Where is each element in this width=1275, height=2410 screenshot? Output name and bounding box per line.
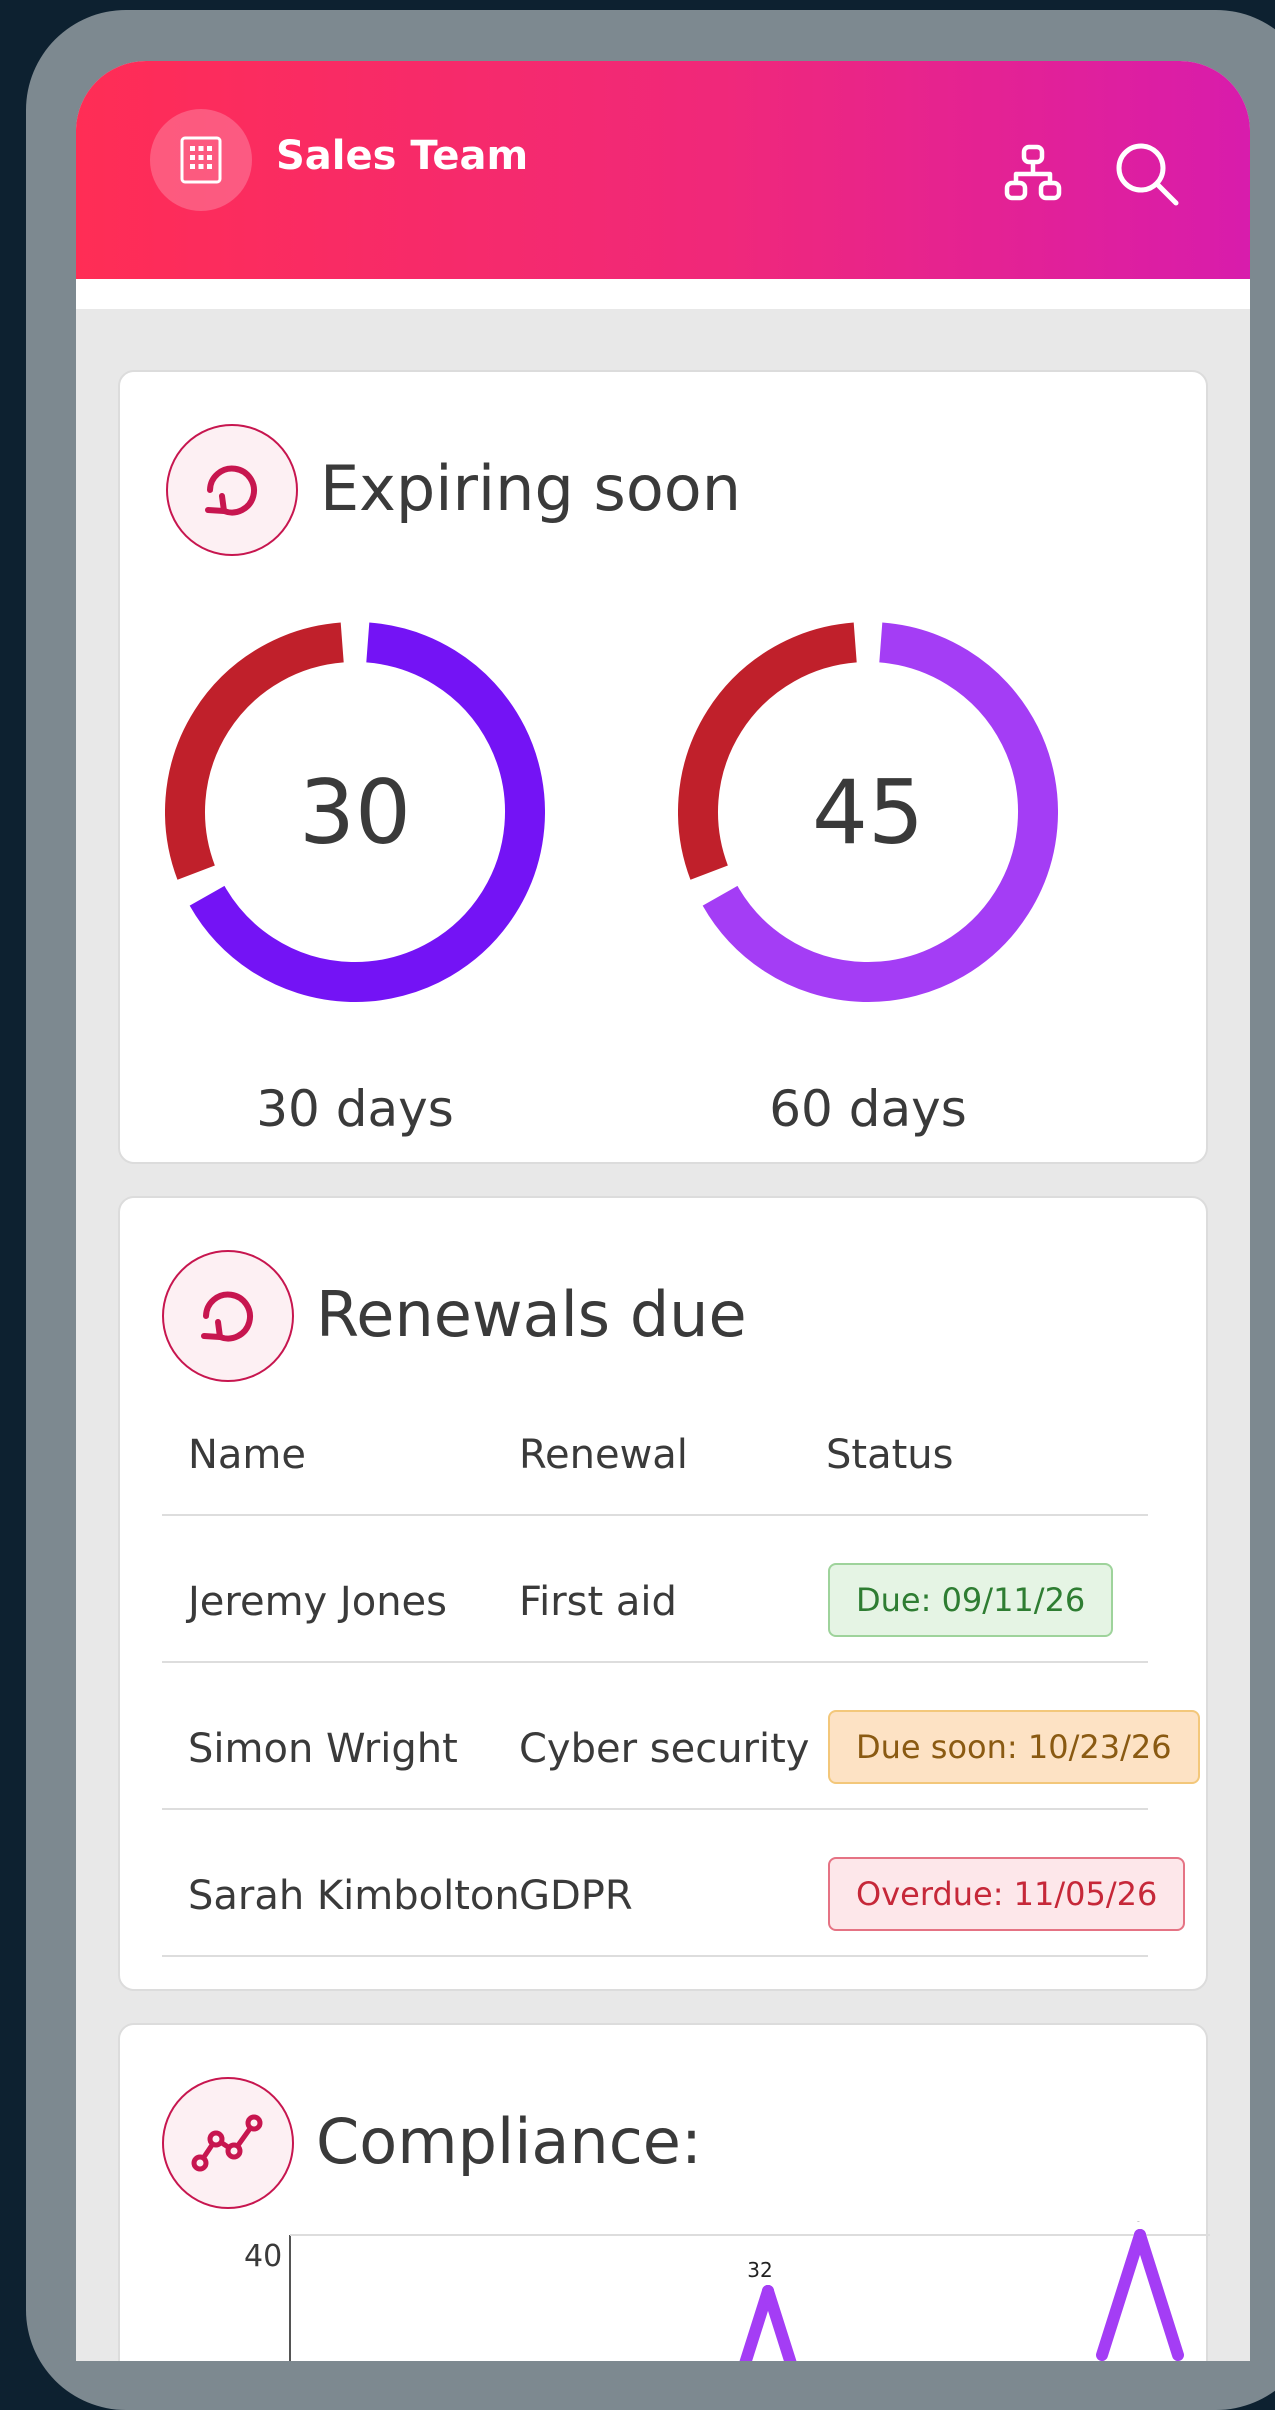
status-badge: Overdue: 11/05/26 (828, 1857, 1186, 1931)
expiring-soon-title: Expiring soon (320, 452, 741, 525)
status-badge: Due soon: 10/23/26 (828, 1710, 1200, 1784)
cell-renewal: First aid (519, 1579, 677, 1625)
row-divider (162, 1661, 1148, 1663)
app-screen: Sales Team Expiring soon 30 30 days 45 6… (76, 61, 1250, 2361)
column-header-name: Name (188, 1432, 307, 1478)
refresh-icon (162, 1250, 294, 1382)
data-label: 32 (747, 2258, 772, 2282)
status-badge: Due: 09/11/26 (828, 1563, 1114, 1637)
header-divider (76, 279, 1250, 309)
donut-value: 30 (299, 760, 411, 864)
cell-name: Simon Wright (188, 1726, 458, 1772)
building-icon (150, 109, 252, 211)
donut-label: 60 days (769, 1080, 967, 1138)
cell-renewal: GDPR (519, 1873, 633, 1919)
line-chart-icon (162, 2077, 294, 2209)
data-label: 40 (1119, 2221, 1144, 2226)
data-point (1134, 2229, 1146, 2241)
refresh-icon (166, 424, 298, 556)
compliance-chart: 32 40 (289, 2221, 1210, 2361)
app-header: Sales Team (76, 61, 1250, 279)
row-divider (162, 1514, 1148, 1516)
series-line (762, 2285, 797, 2361)
renewals-due-title: Renewals due (316, 1278, 747, 1351)
cell-renewal: Cyber security (519, 1726, 810, 1772)
search-button[interactable] (1112, 139, 1182, 209)
donut-60-days: 45 (678, 622, 1058, 1002)
column-header-renewal: Renewal (519, 1432, 688, 1478)
org-chart-button[interactable] (998, 139, 1068, 209)
series-line (1134, 2229, 1184, 2361)
data-point (762, 2285, 774, 2297)
row-divider (162, 1808, 1148, 1810)
series-line (739, 2285, 774, 2361)
donut-label: 30 days (256, 1080, 454, 1138)
org-chart-icon (1004, 144, 1062, 201)
row-divider (162, 1955, 1148, 1957)
app-title: Sales Team (276, 133, 529, 179)
donut-value: 45 (812, 760, 924, 864)
series-line (1096, 2229, 1146, 2361)
compliance-title: Compliance: (316, 2105, 702, 2178)
cell-name: Sarah Kimbolton (188, 1873, 520, 1919)
expiring-soon-card: Expiring soon 30 30 days 45 60 days (118, 370, 1208, 1164)
compliance-card: Compliance: 40 32 40 (118, 2023, 1210, 2361)
donut-30-days: 30 (165, 622, 545, 1002)
search-icon (1116, 143, 1179, 206)
renewals-due-card: Renewals due Name Renewal Status Jeremy … (118, 1196, 1208, 1991)
column-header-status: Status (826, 1432, 954, 1478)
cell-name: Jeremy Jones (188, 1579, 448, 1625)
